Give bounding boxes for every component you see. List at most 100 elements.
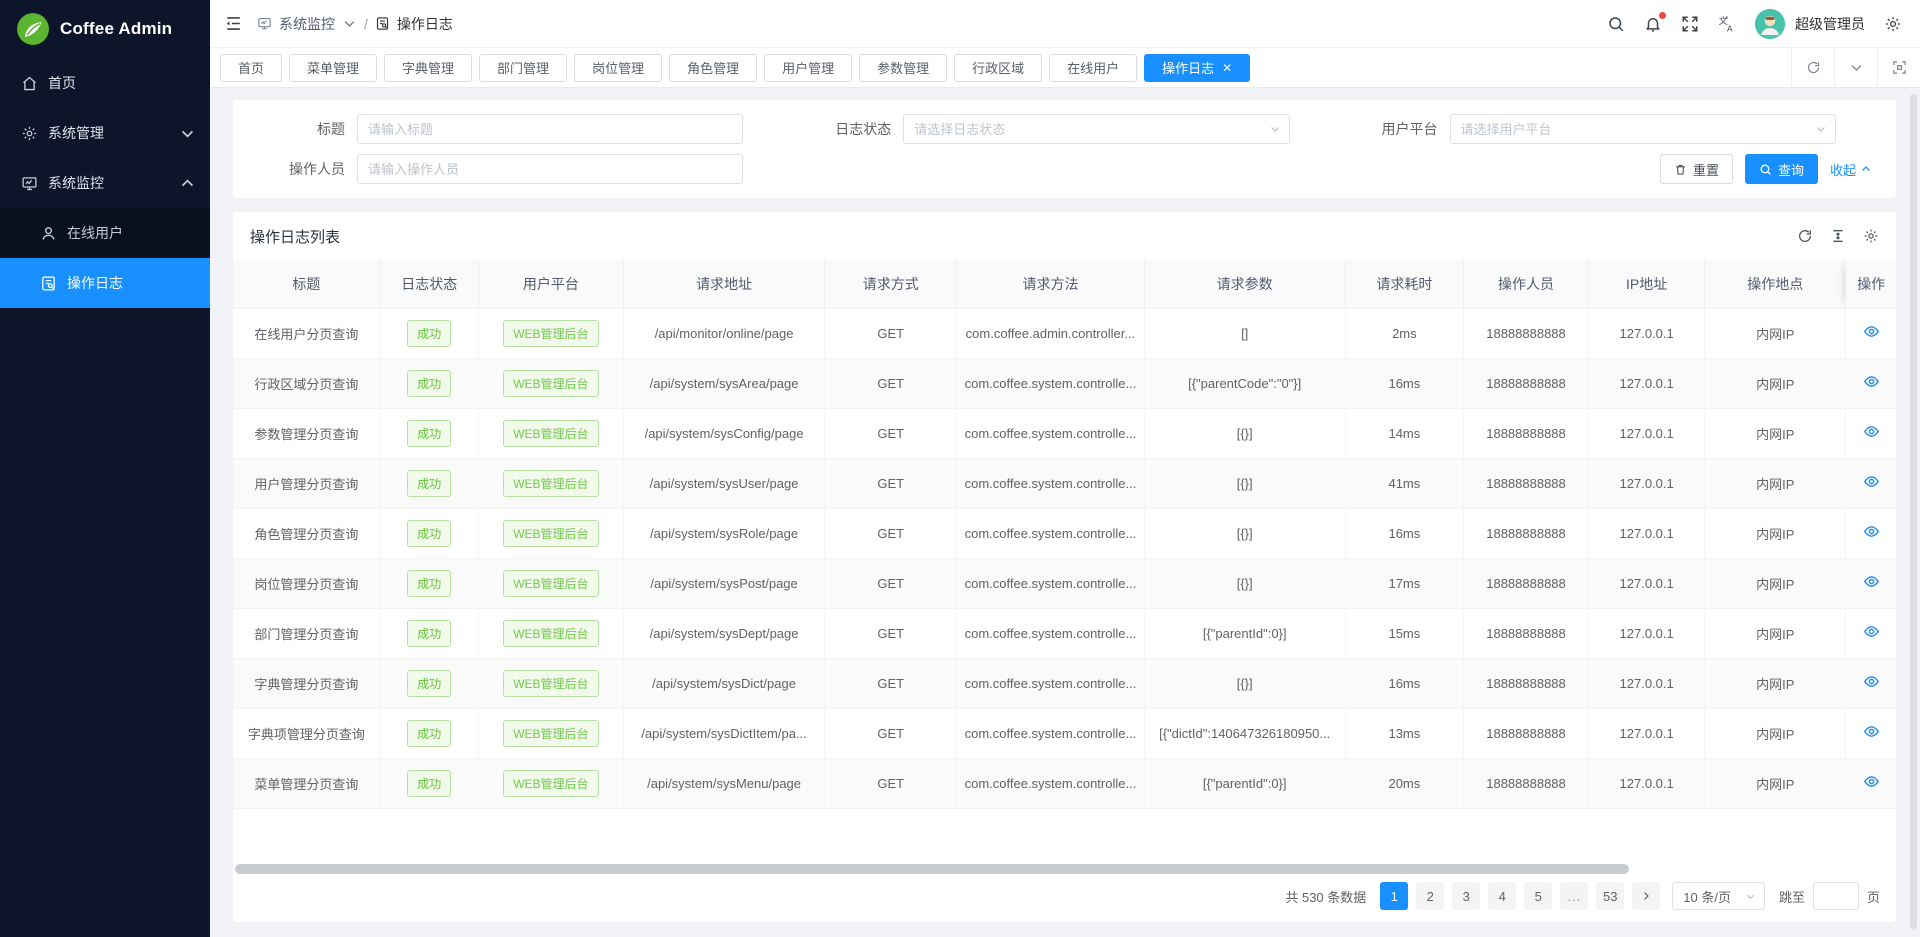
sidebar-item-label: 系统监控 [48, 173, 169, 193]
translate-icon[interactable]: 文A [1718, 15, 1736, 33]
jump-page-input[interactable] [1813, 882, 1859, 910]
cell-ip: 127.0.0.1 [1589, 708, 1705, 758]
sidebar-item-home[interactable]: 首页 [0, 58, 210, 108]
sidebar-item-system-monitor[interactable]: 系统监控 [0, 158, 210, 208]
status-badge: 成功 [407, 420, 451, 447]
vertical-scrollbar[interactable] [1910, 94, 1917, 929]
close-icon[interactable]: ✕ [1222, 62, 1232, 74]
eye-icon [1863, 473, 1880, 490]
cell-status: 成功 [380, 708, 478, 758]
settings-gear-icon[interactable] [1884, 15, 1902, 33]
page-button-53[interactable]: 53 [1596, 882, 1624, 910]
field-operator: 操作人员 [233, 154, 779, 184]
page-button-4[interactable]: 4 [1488, 882, 1516, 910]
column-header-11: 操作 [1846, 260, 1896, 308]
fullscreen-icon[interactable] [1681, 15, 1699, 33]
table-row: 岗位管理分页查询成功WEB管理后台/api/system/sysPost/pag… [233, 558, 1896, 608]
status-badge: 成功 [407, 570, 451, 597]
log-status-input[interactable] [903, 114, 1289, 144]
view-detail-button[interactable] [1861, 571, 1882, 595]
page-ellipsis-button[interactable]: ... [1560, 882, 1588, 910]
user-platform-input[interactable] [1450, 114, 1836, 144]
sidebar-item-operation-log[interactable]: 操作日志 [0, 258, 210, 308]
tab-config-mgmt[interactable]: 参数管理 [859, 54, 947, 82]
column-header-9: IP地址 [1589, 260, 1705, 308]
cell-status: 成功 [380, 508, 478, 558]
tab-operation-log[interactable]: 操作日志✕ [1144, 54, 1250, 82]
page-size-select[interactable]: 10 条/页 [1672, 882, 1765, 910]
tab-label: 岗位管理 [592, 58, 644, 77]
title-input[interactable] [357, 114, 743, 144]
tab-menu-mgmt[interactable]: 菜单管理 [289, 54, 377, 82]
breadcrumb-parent[interactable]: 系统监控 [279, 14, 335, 34]
cell-action [1846, 558, 1896, 608]
search-button[interactable]: 查询 [1745, 154, 1818, 184]
brand[interactable]: Coffee Admin [0, 0, 210, 58]
view-detail-button[interactable] [1861, 521, 1882, 545]
sidebar-item-system-management[interactable]: 系统管理 [0, 108, 210, 158]
topbar-actions: 文A 超级管理员 [1607, 9, 1902, 39]
column-header-1: 日志状态 [380, 260, 478, 308]
sidebar-item-online-users[interactable]: 在线用户 [0, 208, 210, 258]
view-detail-button[interactable] [1861, 671, 1882, 695]
next-page-button[interactable] [1632, 882, 1660, 910]
view-detail-button[interactable] [1861, 321, 1882, 345]
page-button-5[interactable]: 5 [1524, 882, 1552, 910]
tab-post-mgmt[interactable]: 岗位管理 [574, 54, 662, 82]
collapse-filter-link[interactable]: 收起 [1830, 160, 1872, 179]
view-detail-button[interactable] [1861, 771, 1882, 795]
tab-dept-mgmt[interactable]: 部门管理 [479, 54, 567, 82]
tab-online-users[interactable]: 在线用户 [1049, 54, 1137, 82]
cell-operator: 18888888888 [1463, 658, 1588, 708]
filter-card: 标题 日志状态 用户平台 [233, 100, 1896, 198]
tab-menu-chevron-icon[interactable] [1834, 48, 1877, 87]
view-detail-button[interactable] [1861, 721, 1882, 745]
cell-action [1846, 358, 1896, 408]
view-detail-button[interactable] [1861, 421, 1882, 445]
operator-input[interactable] [357, 154, 743, 184]
tab-user-mgmt[interactable]: 用户管理 [764, 54, 852, 82]
page-button-2[interactable]: 2 [1416, 882, 1444, 910]
horizontal-scrollbar-thumb[interactable] [235, 864, 1629, 874]
tab-home[interactable]: 首页 [220, 54, 282, 82]
search-icon [1759, 163, 1772, 176]
cell-handler: com.coffee.system.controlle... [957, 758, 1144, 808]
reset-button[interactable]: 重置 [1660, 154, 1733, 184]
cell-status: 成功 [380, 358, 478, 408]
cell-status: 成功 [380, 458, 478, 508]
view-detail-button[interactable] [1861, 371, 1882, 395]
cell-handler: com.coffee.system.controlle... [957, 408, 1144, 458]
horizontal-scrollbar[interactable] [235, 864, 1894, 874]
page-button-1[interactable]: 1 [1380, 882, 1408, 910]
notification-bell-icon[interactable] [1644, 15, 1662, 33]
status-badge: 成功 [407, 470, 451, 497]
status-badge: 成功 [407, 670, 451, 697]
cell-action [1846, 408, 1896, 458]
cell-method: GET [825, 508, 957, 558]
tab-role-mgmt[interactable]: 角色管理 [669, 54, 757, 82]
cell-url: /api/system/sysDictItem/pa... [623, 708, 824, 758]
user-name[interactable]: 超级管理员 [1795, 14, 1865, 34]
cell-title: 用户管理分页查询 [233, 458, 380, 508]
table-row: 角色管理分页查询成功WEB管理后台/api/system/sysRole/pag… [233, 508, 1896, 558]
refresh-tab-icon[interactable] [1791, 48, 1834, 87]
cell-params: [{"parentId":0}] [1144, 608, 1345, 658]
platform-badge: WEB管理后台 [503, 570, 598, 597]
home-icon [21, 75, 38, 92]
filter-actions: 重置 查询 收起 [1660, 154, 1872, 184]
column-settings-gear-icon[interactable] [1863, 228, 1879, 244]
sidebar-collapse-icon[interactable] [224, 14, 243, 33]
tab-dict-mgmt[interactable]: 字典管理 [384, 54, 472, 82]
view-detail-button[interactable] [1861, 621, 1882, 645]
trash-icon [1674, 163, 1687, 176]
content-maximize-icon[interactable] [1877, 48, 1920, 87]
view-detail-button[interactable] [1861, 471, 1882, 495]
cell-url: /api/system/sysUser/page [623, 458, 824, 508]
row-height-icon[interactable] [1830, 228, 1846, 244]
page-button-3[interactable]: 3 [1452, 882, 1480, 910]
avatar[interactable] [1755, 9, 1785, 39]
tab-area-mgmt[interactable]: 行政区域 [954, 54, 1042, 82]
refresh-icon[interactable] [1797, 228, 1813, 244]
search-icon[interactable] [1607, 15, 1625, 33]
column-header-0: 标题 [233, 260, 380, 308]
